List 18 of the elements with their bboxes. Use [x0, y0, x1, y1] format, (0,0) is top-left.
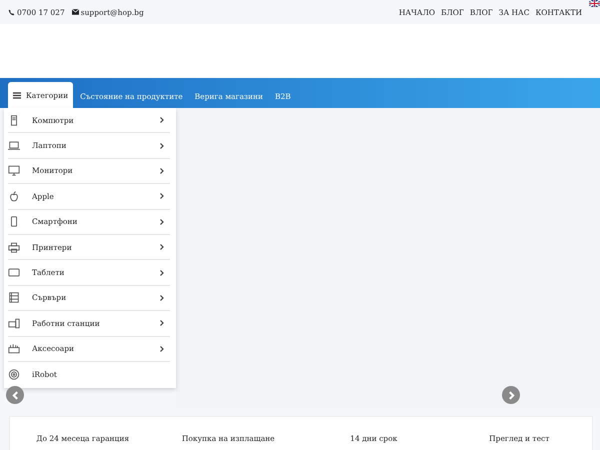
previous-slide-button[interactable]	[6, 386, 24, 404]
chevron-left-icon	[12, 390, 18, 400]
apple-icon	[8, 190, 20, 202]
workstation-icon	[8, 318, 20, 329]
tablet-icon	[8, 267, 20, 278]
monitor-icon	[8, 165, 20, 176]
tower-icon	[8, 114, 20, 126]
laptop-icon	[8, 140, 20, 152]
phone-icon	[8, 8, 15, 16]
envelope-icon	[72, 9, 79, 15]
menu-icon	[13, 92, 21, 98]
flag-icon[interactable]	[589, 0, 600, 7]
robot-icon	[8, 369, 20, 380]
chevron-right-icon	[508, 390, 514, 400]
server-icon	[8, 292, 20, 304]
phone-icon	[8, 216, 20, 228]
printer-icon	[8, 242, 20, 253]
accessory-icon	[8, 343, 20, 354]
